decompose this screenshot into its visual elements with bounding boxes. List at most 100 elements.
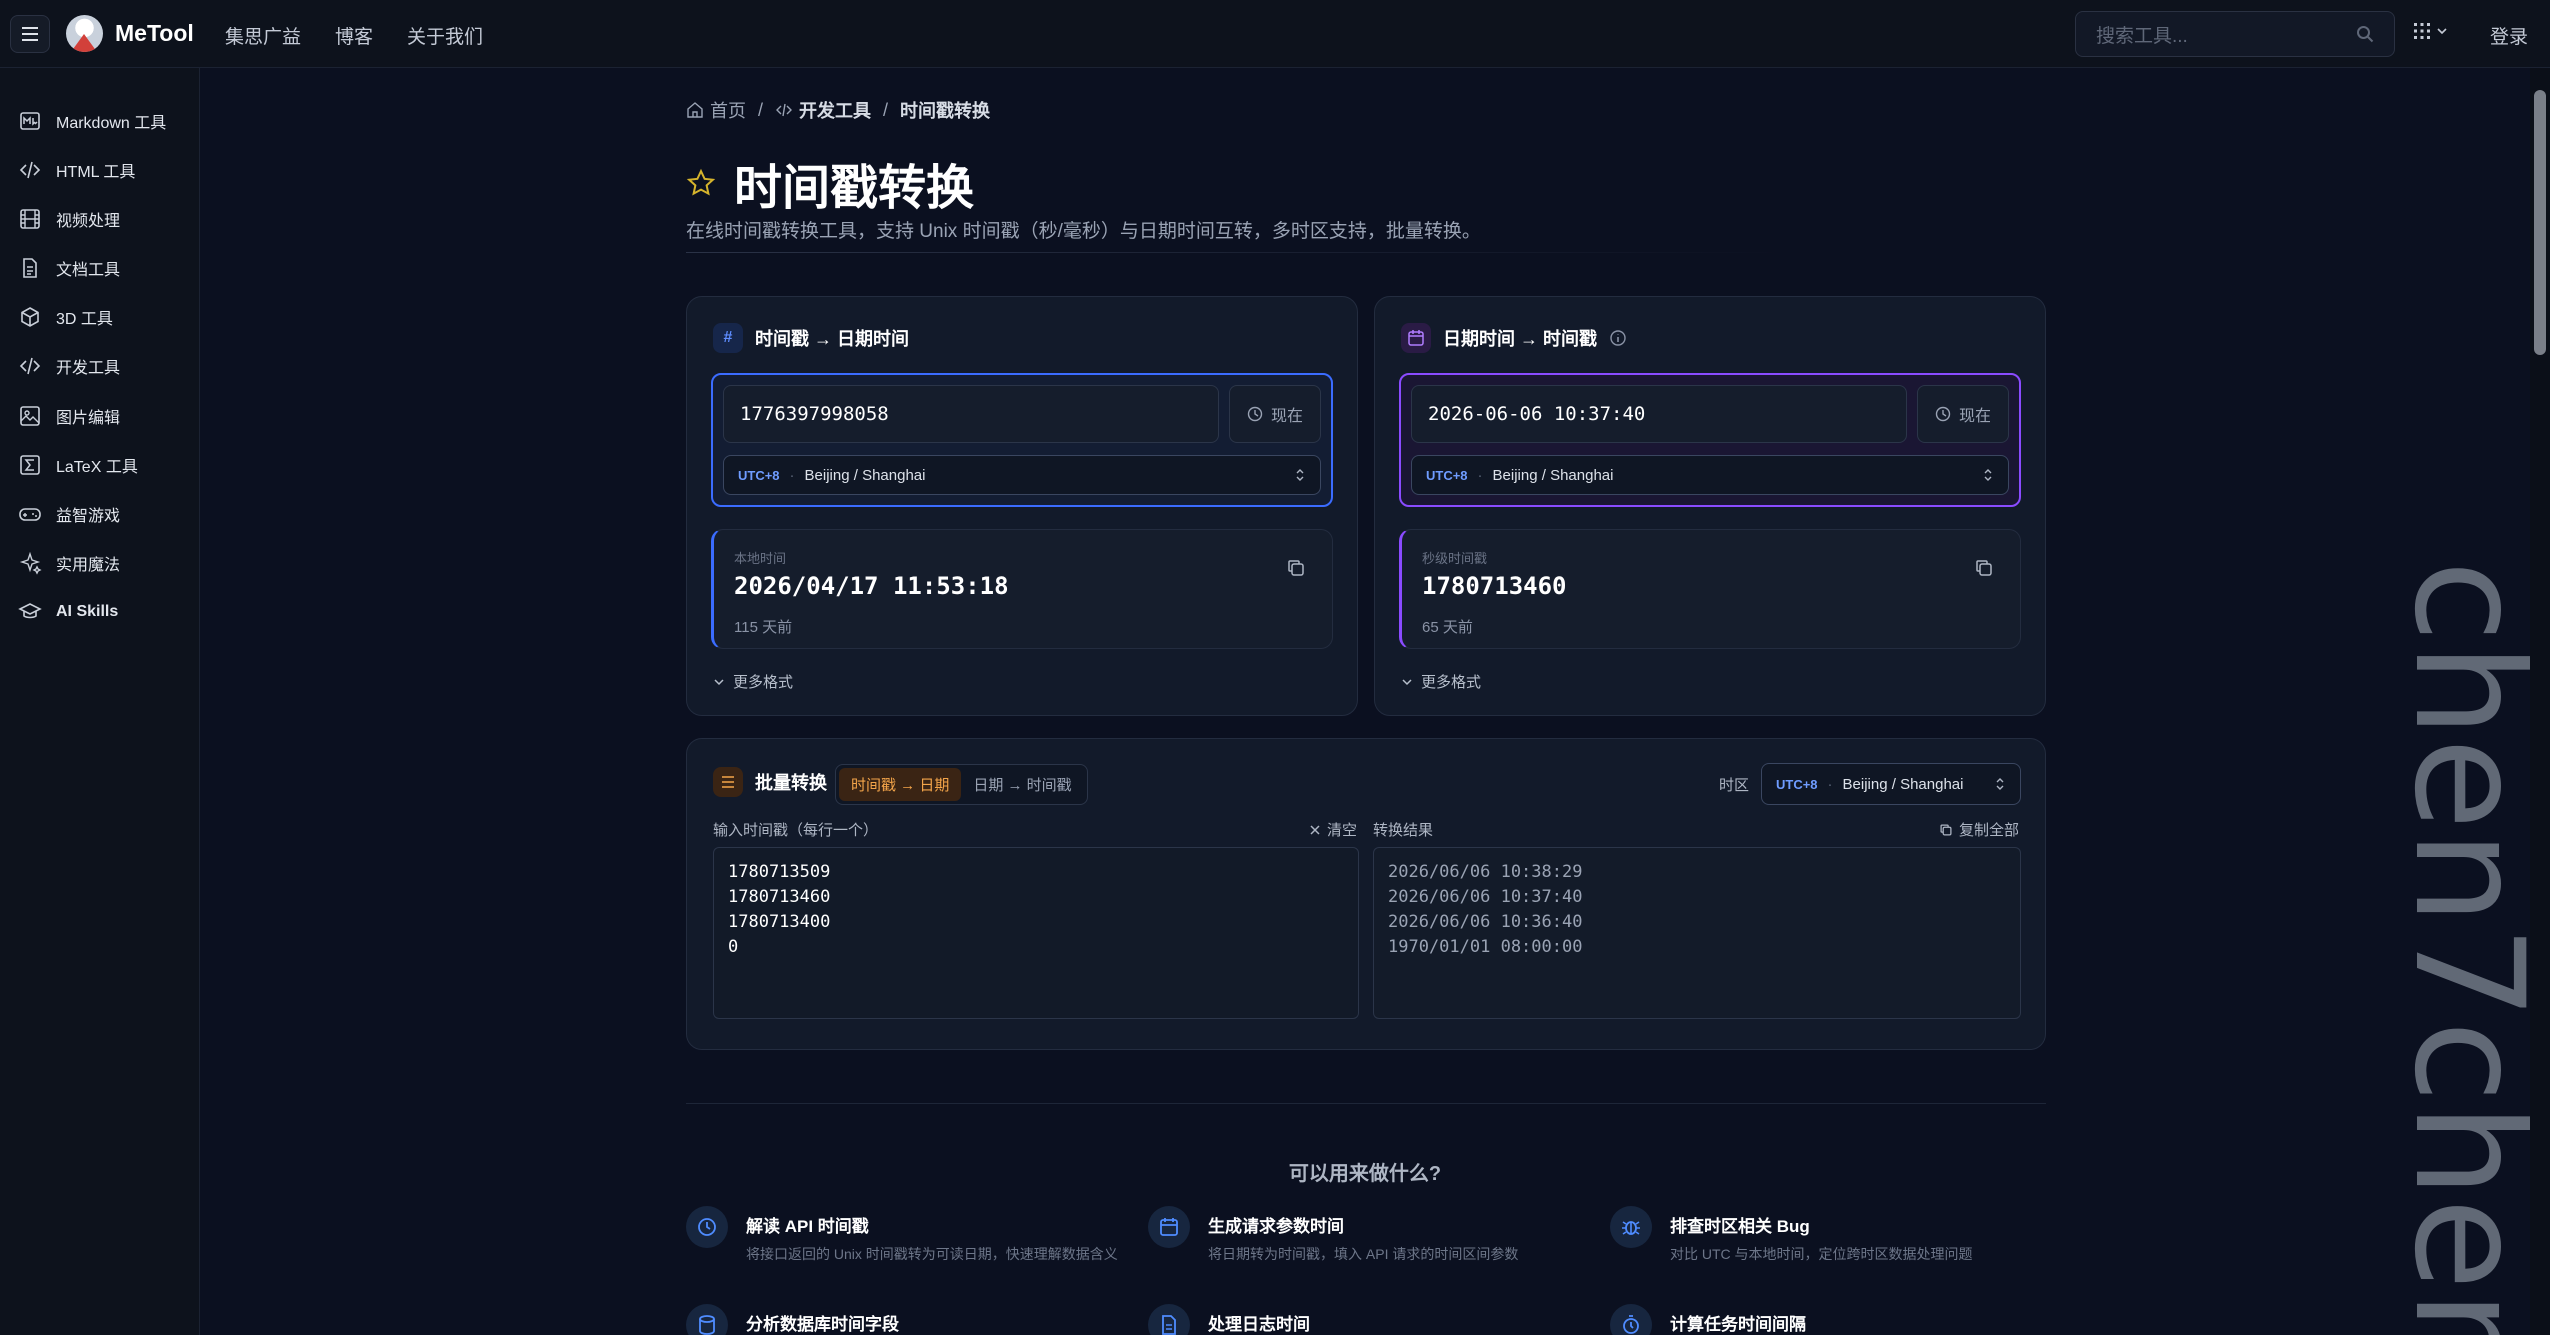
sidebar-item-label: Markdown 工具 <box>56 115 167 132</box>
output-line: 2026/06/06 10:38:29 <box>1388 862 1583 882</box>
star-icon[interactable] <box>686 168 716 198</box>
list-icon <box>713 767 743 797</box>
breadcrumb-separator: / <box>883 99 889 120</box>
use-case-title: 排查时区相关 Bug <box>1670 1217 1810 1236</box>
timezone-separator: · <box>789 466 795 484</box>
output-line: 2026/06/06 10:37:40 <box>1388 887 1583 907</box>
sidebar-item-latex[interactable]: LaTeX 工具 <box>18 452 138 478</box>
use-case-desc: 对比 UTC 与本地时间，定位跨时区数据处理问题 <box>1670 1246 1973 1262</box>
card-title: 时间戳 → 日期时间 <box>755 329 910 349</box>
sidebar-item-magic[interactable]: 实用魔法 <box>18 550 120 576</box>
copy-icon[interactable] <box>1286 558 1306 578</box>
sidebar-item-image[interactable]: 图片编辑 <box>18 403 120 429</box>
close-icon <box>1310 824 1320 835</box>
timezone-offset: UTC+8 <box>738 467 780 483</box>
sidebar-item-label: LaTeX 工具 <box>56 459 138 476</box>
timestamp-input[interactable]: 1776397998058 <box>723 385 1219 443</box>
sidebar-item-label: 文档工具 <box>56 262 121 279</box>
card-header: # 时间戳 → 日期时间 <box>713 323 909 353</box>
use-cases-title: 可以用来做什么? <box>1288 1163 1442 1185</box>
breadcrumb-category[interactable]: 开发工具 <box>799 97 871 123</box>
more-formats-toggle[interactable]: 更多格式 <box>1401 671 1481 692</box>
output-line: 1970/01/01 08:00:00 <box>1388 937 1583 957</box>
clear-button[interactable]: 清空 <box>1309 819 1357 840</box>
use-case-title: 生成请求参数时间 <box>1208 1217 1344 1236</box>
sidebar-item-html[interactable]: HTML 工具 <box>18 157 135 183</box>
timezone-select[interactable]: UTC+8 · Beijing / Shanghai <box>1411 455 2009 495</box>
mode-date-to-ts[interactable]: 日期 → 时间戳 <box>961 768 1083 801</box>
timezone-name: Beijing / Shanghai <box>804 466 926 484</box>
mode-ts-to-date[interactable]: 时间戳 → 日期 <box>839 768 962 801</box>
result-value: 2026/04/17 11:53:18 <box>734 572 1009 600</box>
login-button[interactable]: 登录 <box>2490 22 2528 49</box>
calendar-icon <box>1148 1206 1190 1248</box>
home-icon <box>687 102 703 118</box>
nav-link-ideas[interactable]: 集思广益 <box>225 22 301 49</box>
file-icon <box>1148 1304 1190 1335</box>
more-formats-toggle[interactable]: 更多格式 <box>713 671 793 692</box>
code-icon <box>19 161 41 179</box>
input-label: 输入时间戳（每行一个） <box>713 822 879 839</box>
image-icon <box>20 406 40 426</box>
now-button[interactable]: 现在 <box>1229 385 1321 443</box>
use-case-item: 排查时区相关 Bug 对比 UTC 与本地时间，定位跨时区数据处理问题 <box>1610 1206 2070 1265</box>
breadcrumb-home[interactable]: 首页 <box>710 97 746 123</box>
more-formats-label: 更多格式 <box>1421 674 1482 691</box>
timezone-select[interactable]: UTC+8 · Beijing / Shanghai <box>723 455 1321 495</box>
search-icon <box>2357 26 2374 43</box>
sidebar-item-games[interactable]: 益智游戏 <box>18 501 120 527</box>
sidebar-item-label: AI Skills <box>56 603 119 620</box>
use-case-title: 计算任务时间间隔 <box>1670 1315 1806 1334</box>
sparkles-icon <box>19 551 42 575</box>
result-relative: 115 天前 <box>734 619 793 636</box>
sidebar-item-markdown[interactable]: Markdown 工具 <box>18 108 166 134</box>
use-case-item: 分析数据库时间字段 <box>686 1304 899 1335</box>
sidebar-item-video[interactable]: 视频处理 <box>18 206 120 232</box>
copy-icon[interactable] <box>1974 558 1994 578</box>
apps-menu-button[interactable] <box>2413 22 2447 40</box>
batch-input-textarea[interactable]: 1780713509 1780713460 1780713400 0 <box>713 847 1359 1019</box>
app-name: MeTool <box>115 20 194 46</box>
clear-label: 清空 <box>1327 822 1358 839</box>
output-label: 转换结果 <box>1373 822 1434 839</box>
use-case-item: 解读 API 时间戳 将接口返回的 Unix 时间戳转为可读日期，快速理解数据含… <box>686 1206 1146 1265</box>
nav-link-about[interactable]: 关于我们 <box>407 22 483 49</box>
sidebar-item-ai-skills[interactable]: AI Skills <box>18 599 118 625</box>
clock-icon <box>1247 406 1263 422</box>
sidebar-item-3d[interactable]: 3D 工具 <box>18 304 113 330</box>
sidebar-item-label: HTML 工具 <box>56 164 136 181</box>
use-case-title: 分析数据库时间字段 <box>746 1315 899 1334</box>
mode-toggle: 时间戳 → 日期 日期 → 时间戳 <box>835 764 1088 805</box>
sidebar: Markdown 工具 HTML 工具 视频处理 文档工具 3D 工具 开发工具… <box>0 68 200 1335</box>
logo[interactable]: MeTool <box>66 15 194 52</box>
use-case-title: 处理日志时间 <box>1208 1315 1310 1334</box>
input-line: 1780713509 <box>728 862 831 882</box>
batch-output-textarea[interactable]: 2026/06/06 10:38:29 2026/06/06 10:37:40 … <box>1373 847 2021 1019</box>
use-case-item: 计算任务时间间隔 <box>1610 1304 1806 1335</box>
sidebar-item-dev[interactable]: 开发工具 <box>18 353 120 379</box>
info-icon[interactable] <box>1609 329 1627 347</box>
scrollbar-thumb[interactable] <box>2534 90 2546 355</box>
datetime-input[interactable]: 2026-06-06 10:37:40 <box>1411 385 1907 443</box>
copy-all-button[interactable]: 复制全部 <box>1939 819 2019 840</box>
timezone-select[interactable]: UTC+8 · Beijing / Shanghai <box>1761 763 2021 805</box>
menu-button[interactable] <box>10 15 50 53</box>
timezone-offset: UTC+8 <box>1426 467 1468 483</box>
timer-icon <box>1610 1304 1652 1335</box>
result-relative: 65 天前 <box>1422 619 1473 636</box>
now-button[interactable]: 现在 <box>1917 385 2009 443</box>
nav-link-blog[interactable]: 博客 <box>335 22 373 49</box>
card-title: 批量转换 <box>755 773 827 793</box>
graduation-cap-icon <box>18 603 42 619</box>
top-nav: 集思广益 博客 关于我们 <box>225 22 483 49</box>
result-label: 秒级时间戳 <box>1422 551 1488 566</box>
batch-card: 批量转换 时间戳 → 日期 日期 → 时间戳 时区 UTC+8 · Beijin… <box>686 738 2046 1050</box>
sidebar-item-docs[interactable]: 文档工具 <box>18 255 120 281</box>
use-case-title: 解读 API 时间戳 <box>746 1217 869 1236</box>
page-title: 时间戳转换 <box>734 162 975 215</box>
card-header: 批量转换 <box>713 767 827 797</box>
logo-icon <box>66 15 103 52</box>
clock-icon <box>1935 406 1951 422</box>
search-input[interactable]: 搜索工具... <box>2075 11 2395 57</box>
markdown-icon <box>20 112 40 130</box>
